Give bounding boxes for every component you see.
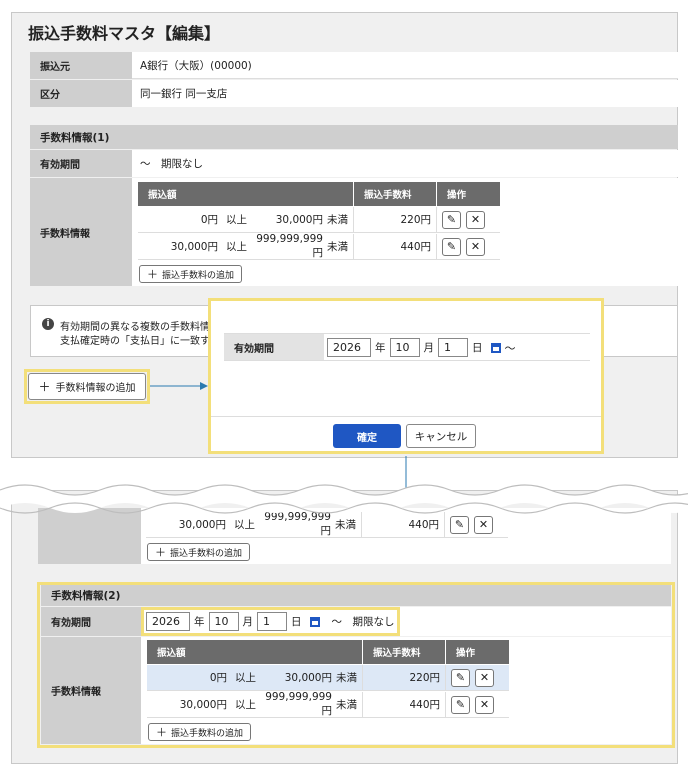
- fee-info-1-period-value: ～ 期限なし: [132, 150, 678, 177]
- pencil-icon[interactable]: ✎: [442, 210, 461, 229]
- close-icon[interactable]: ✕: [466, 237, 485, 256]
- day-unit: 日: [472, 342, 483, 354]
- amount-to-op: 未満: [327, 214, 348, 226]
- modal-period-label: 有効期間: [224, 334, 324, 360]
- col-actions: 操作: [447, 190, 467, 201]
- add-fee-button[interactable]: ＋ 振込手数料の追加: [139, 265, 243, 283]
- fee-table-1-row: 30,000円 以上 999,999,999円 未満 440円 ✎ ✕: [138, 233, 500, 260]
- pencil-icon[interactable]: ✎: [442, 237, 461, 256]
- transfer-source-value: A銀行（大阪）(00000): [132, 52, 678, 79]
- fee-value: 440円: [400, 241, 431, 253]
- info-icon: i: [42, 318, 54, 330]
- plus-icon: ＋: [147, 268, 158, 281]
- fee-table-1-header: 振込額 振込手数料 操作: [138, 182, 500, 206]
- notice-line-1: 有効期間の異なる複数の手数料情: [60, 322, 210, 333]
- highlight-fee-info-2: [37, 582, 675, 748]
- add-fee-button[interactable]: ＋ 振込手数料の追加: [147, 543, 251, 561]
- amount-to-op: 未満: [327, 241, 348, 253]
- year-unit: 年: [375, 342, 386, 354]
- category-value: 同一銀行 同一支店: [132, 80, 678, 107]
- fee-table-1-row: 0円 以上 30,000円 未満 220円 ✎ ✕: [138, 207, 500, 233]
- cancel-button[interactable]: キャンセル: [406, 424, 476, 448]
- col-amount: 振込額: [138, 182, 354, 206]
- page-title: 振込手数料マスタ【編集】: [28, 24, 221, 43]
- month-input[interactable]: 10: [389, 338, 420, 357]
- highlight-add-button: [24, 369, 150, 404]
- plus-icon: ＋: [155, 546, 166, 559]
- day-input[interactable]: 1: [438, 338, 468, 357]
- modal-footer-divider: [211, 416, 601, 417]
- fee-info-1-info-label: 手数料情報: [30, 178, 132, 286]
- category-label: 区分: [30, 80, 132, 107]
- amount-to: 999,999,999円: [256, 233, 323, 259]
- amount-from-op: 以上: [226, 241, 247, 253]
- amount-from: 0円: [200, 214, 218, 226]
- period-tilde: ～: [504, 341, 516, 355]
- transfer-source-label: 振込元: [30, 52, 132, 79]
- amount-from-op: 以上: [226, 214, 247, 226]
- col-fee: 振込手数料: [354, 182, 437, 206]
- fee-value: 220円: [400, 214, 431, 226]
- confirm-button[interactable]: 確定: [333, 424, 401, 448]
- fee-info-1-period-label: 有効期間: [30, 150, 132, 177]
- notice-line-2: 支払確定時の「支払日」に一致す: [60, 336, 210, 347]
- year-input[interactable]: 2026: [327, 338, 371, 357]
- modal-date-row: 2026 年 10 月 1 日 ～: [327, 338, 516, 357]
- close-icon[interactable]: ✕: [466, 210, 485, 229]
- calendar-icon[interactable]: [490, 342, 501, 353]
- amount-from: 30,000円: [170, 241, 218, 253]
- arrow-to-modal: [150, 382, 208, 390]
- month-unit: 月: [423, 342, 435, 354]
- wave-divider: [0, 484, 688, 514]
- fee-info-1-header: 手数料情報(1): [30, 125, 678, 149]
- modal-divider-bottom: [224, 360, 590, 361]
- amount-to: 30,000円: [275, 214, 323, 226]
